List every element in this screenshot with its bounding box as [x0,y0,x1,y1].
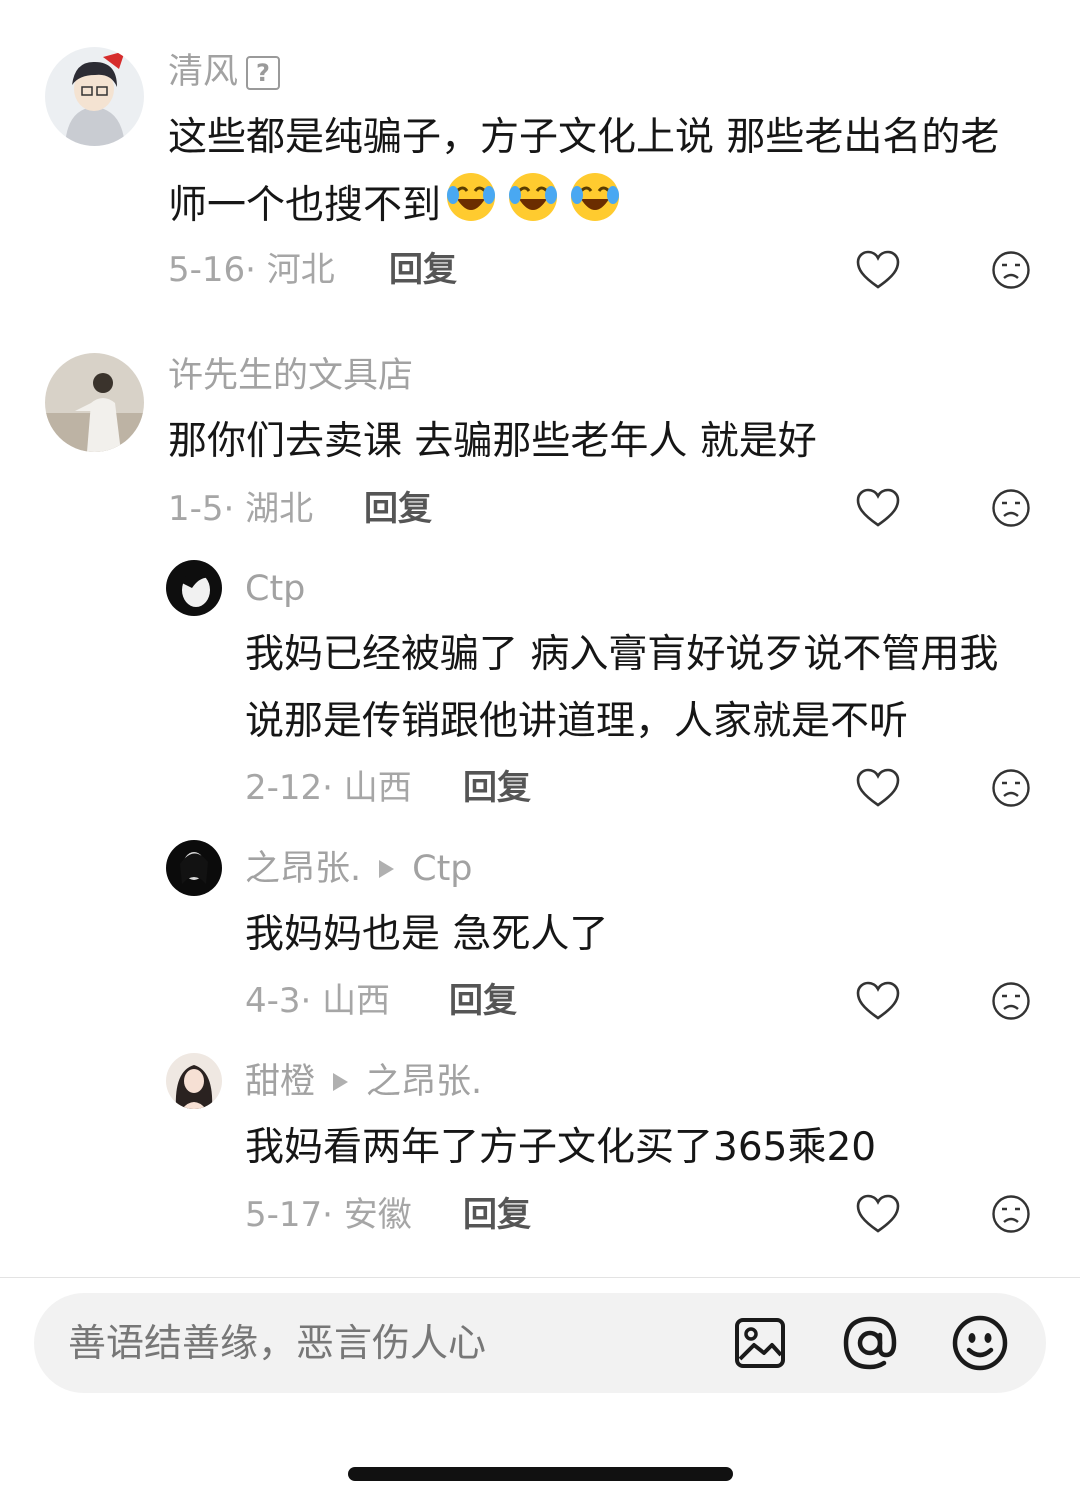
laughing-crying-face-icon [445,171,625,244]
avatar[interactable] [166,560,222,616]
comment-meta: 5-17· 安徽 [245,1195,412,1235]
avatar[interactable] [166,1053,222,1109]
comment-username[interactable]: 许先生的文具店 [168,354,413,398]
comment-text: 那你们去卖课 去骗那些老年人 就是好 [168,419,817,464]
comment-date: 2-12 [245,768,323,808]
reply-arrow-icon [333,1073,349,1091]
frown-face-icon[interactable] [991,981,1031,1021]
comment-date: 1-5 [168,489,224,529]
comment-text: 我妈妈也是 急死人了 [245,912,609,957]
heart-outline-icon[interactable] [856,250,900,290]
heart-outline-icon[interactable] [856,488,900,528]
reply-button[interactable]: 回复 [449,979,517,1023]
comment-username[interactable]: 清风? [168,50,281,94]
avatar[interactable] [166,840,222,896]
reply-button[interactable]: 回复 [389,248,457,292]
heart-outline-icon[interactable] [856,1194,900,1234]
comment-location: 山西 [322,981,391,1021]
heart-outline-icon[interactable] [856,981,900,1021]
reply-arrow-icon [379,860,395,878]
comment-username[interactable]: Ctp [245,567,305,611]
comment-username[interactable]: 甜橙 之昂张. [245,1060,482,1104]
comment-location: 山西 [343,768,412,808]
heart-outline-icon[interactable] [856,768,900,808]
avatar[interactable] [45,353,144,452]
comment-meta: 4-3· 山西 [245,981,391,1021]
user-badge: ? [246,56,281,90]
frown-face-icon[interactable] [991,1194,1031,1234]
comment-username[interactable]: 之昂张. Ctp [245,847,473,891]
comment-input-placeholder[interactable]: 善语结善缘，恶言伤人心 [68,1320,486,1366]
frown-face-icon[interactable] [991,488,1031,528]
reply-button[interactable]: 回复 [463,766,531,810]
comment-text: 我妈看两年了方子文化买了365乘20 [245,1125,877,1170]
comment-meta: 2-12· 山西 [245,768,412,808]
comment-input-bar[interactable]: 善语结善缘，恶言伤人心 [34,1293,1046,1393]
image-icon[interactable] [734,1317,786,1373]
divider [0,1277,1080,1278]
comment-location: 安徽 [343,1195,412,1235]
at-icon[interactable] [842,1315,898,1375]
reply-to-username[interactable]: Ctp [412,849,472,889]
reply-to-username[interactable]: 之昂张. [366,1062,482,1102]
comment-location: 河北 [266,250,335,290]
comment-meta: 5-16· 河北 [168,250,335,290]
reply-button[interactable]: 回复 [463,1193,531,1237]
comment-date: 4-3 [245,981,301,1021]
frown-face-icon[interactable] [991,250,1031,290]
home-indicator [348,1467,733,1481]
reply-button[interactable]: 回复 [364,487,432,531]
comment-text: 我妈已经被骗了 病入膏肓好说歹说不管用我说那是传销跟他讲道理，人家就是不听 [245,632,999,744]
comment-date: 5-17 [245,1195,323,1235]
comment-text: 这些都是纯骗子，方子文化上说 那些老出名的老师一个也搜不到 [168,104,1028,244]
comment-location: 湖北 [245,489,314,529]
frown-face-icon[interactable] [991,768,1031,808]
smile-face-icon[interactable] [952,1315,1008,1375]
avatar[interactable] [45,47,144,146]
comment-date: 5-16 [168,250,246,290]
comment-meta: 1-5· 湖北 [168,489,314,529]
